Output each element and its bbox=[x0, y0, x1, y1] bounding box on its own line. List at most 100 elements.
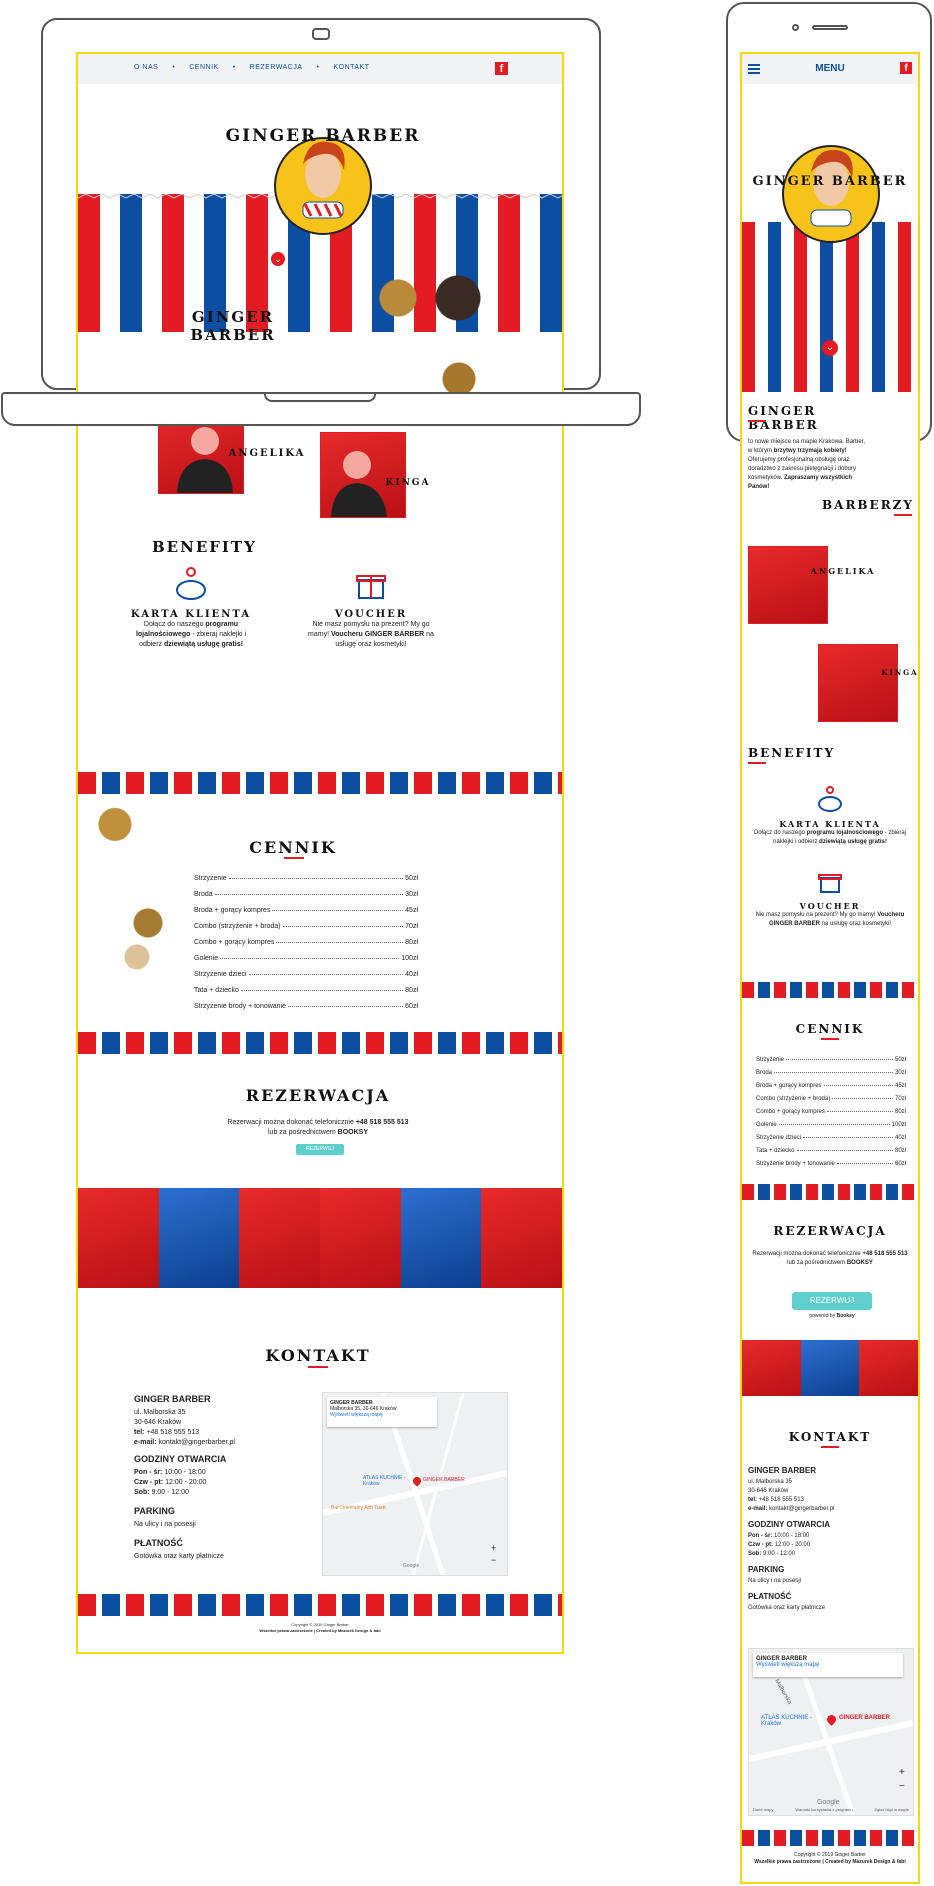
desktop-page: O NAS • CENNIK • REZERWACJA • KONTAKT f bbox=[76, 52, 564, 1654]
price-item-value: 80zł bbox=[405, 987, 418, 994]
hero-logo-text: GINGER BARBER bbox=[225, 126, 421, 146]
mobile-about-text: to nowe miejsce na mapie Krakowa. Barber… bbox=[748, 438, 866, 492]
benefit-card-text: Dołącz do naszego programu lojalnościowe… bbox=[126, 620, 256, 650]
contact-city: 30-646 Kraków bbox=[748, 1488, 789, 1494]
parking-title: PARKING bbox=[134, 1506, 175, 1516]
price-leader bbox=[288, 1006, 404, 1007]
email-value[interactable]: kontakt@gingerbarber.pl bbox=[769, 1506, 834, 1512]
nav-item-rezerwacja[interactable]: REZERWACJA bbox=[250, 64, 303, 71]
payment-title: PŁATNOŚĆ bbox=[748, 1592, 792, 1601]
email-label: e-mail: bbox=[748, 1506, 768, 1512]
hours-days: Czw - pt: bbox=[134, 1479, 164, 1486]
benefit-card-text: Dołącz do naszego programu lojalnościowe… bbox=[748, 829, 912, 847]
price-item-name: Broda + gorący kompres bbox=[194, 907, 271, 914]
piggy-bank-icon bbox=[818, 786, 842, 812]
hours-title: GODZINY OTWARCIA bbox=[134, 1454, 227, 1464]
tel-value[interactable]: +48 518 555 513 bbox=[759, 1497, 804, 1503]
price-row: Combo + gorący kompres 80zł bbox=[756, 1102, 906, 1115]
price-leader bbox=[282, 926, 404, 927]
powered-by-booksy: powered by Booksy bbox=[792, 1312, 872, 1321]
contact-name: GINGER BARBER bbox=[748, 1466, 817, 1475]
price-leader bbox=[796, 1150, 893, 1151]
benefit-voucher-text-1: Nie masz pomysłu na prezent? My go mamy! bbox=[755, 912, 878, 918]
reserve-button[interactable]: REZERWUJ bbox=[296, 1144, 344, 1155]
benefit-voucher-text: Nie masz pomysłu na prezent? My go mamy!… bbox=[748, 911, 912, 929]
mobile-barber-photo-kinga bbox=[818, 644, 898, 722]
mobile-menu-label[interactable]: MENU bbox=[804, 63, 856, 74]
map-zoom-out-button[interactable]: − bbox=[491, 1555, 496, 1565]
price-item-name: Tata + dziecko bbox=[194, 987, 239, 994]
hours-row: Pon - śr: 10:00 - 18:00 bbox=[748, 1532, 908, 1541]
benefit-card-text-1: Dołącz do naszego bbox=[753, 830, 807, 836]
price-row: Golenie 100zł bbox=[756, 1115, 906, 1128]
price-leader bbox=[803, 1137, 893, 1138]
contact-phone: tel: +48 518 555 513 bbox=[748, 1496, 908, 1505]
mobile-map-embed[interactable]: GINGER BARBER Wyświetl większą mapę Malb… bbox=[748, 1648, 914, 1816]
price-item-name: Broda bbox=[194, 891, 213, 898]
map-larger-link[interactable]: Wyświetl większą mapę bbox=[756, 1662, 900, 1668]
price-row: Strzyżenie dzieci 40zł bbox=[194, 962, 418, 978]
email-value[interactable]: kontakt@gingerbarber.pl bbox=[159, 1439, 235, 1446]
mobile-benefit-voucher: VOUCHER Nie masz pomysłu na prezent? My … bbox=[748, 866, 912, 929]
price-leader bbox=[836, 1163, 893, 1164]
reservation-text: Rezerwacji można dokonać telefonicznie +… bbox=[188, 1118, 448, 1138]
map-footer-link[interactable]: Warunki korzystania z programu bbox=[795, 1807, 852, 1812]
reserve-button[interactable]: REZERWUJ bbox=[792, 1292, 872, 1310]
reservation-text-2: lub za pośrednictwem bbox=[787, 1260, 847, 1266]
contact-info: GINGER BARBER ul. Malborska 35 30-646 Kr… bbox=[134, 1394, 294, 1562]
hours-row: Czw - pt: 12:00 - 20:00 bbox=[134, 1478, 294, 1488]
reservation-booksy: BOOKSY bbox=[337, 1129, 368, 1136]
price-item-name: Strzyżenie bbox=[194, 875, 227, 882]
gallery-photo bbox=[400, 1188, 482, 1288]
hours-days: Sob: bbox=[134, 1489, 150, 1496]
gift-icon bbox=[818, 874, 842, 893]
map-zoom-in-button[interactable]: + bbox=[899, 1767, 905, 1778]
footer: Copyright © 2019 Ginger Barber Wszelkie … bbox=[78, 1622, 562, 1634]
chevron-down-icon: ⌄ bbox=[825, 342, 835, 353]
contact-street: ul. Malborska 35 bbox=[134, 1409, 186, 1416]
mobile-benefit-card: KARTA KLIENTA Dołącz do naszego programu… bbox=[748, 784, 912, 847]
hamburger-menu-icon[interactable] bbox=[748, 64, 760, 74]
price-item-value: 50zł bbox=[405, 875, 418, 882]
map-zoom-in-button[interactable]: + bbox=[491, 1543, 496, 1553]
flags-strip bbox=[742, 1184, 918, 1200]
price-row: Golenie 100zł bbox=[194, 946, 418, 962]
price-item-name: Strzyżenie dzieci bbox=[194, 971, 247, 978]
map-info-card: GINGER BARBER Malborska 35, 30-646 Krakó… bbox=[327, 1397, 437, 1427]
map-zoom-out-button[interactable]: − bbox=[899, 1781, 905, 1792]
nav-item-o-nas[interactable]: O NAS bbox=[134, 64, 158, 71]
map-footer-link[interactable]: Dane mapy bbox=[753, 1807, 773, 1812]
mobile-reservation-text: Rezerwacji można dokonać telefonicznie +… bbox=[748, 1250, 912, 1268]
facebook-icon[interactable]: f bbox=[495, 62, 508, 75]
hours-time: 10:00 - 18:00 bbox=[774, 1533, 810, 1539]
scroll-down-button[interactable]: ⌄ bbox=[271, 252, 285, 266]
scroll-down-button[interactable]: ⌄ bbox=[822, 340, 838, 356]
hours-days: Pon - śr: bbox=[134, 1469, 163, 1476]
nav-item-cennik[interactable]: CENNIK bbox=[189, 64, 218, 71]
benefit-card: KARTA KLIENTA Dołącz do naszego programu… bbox=[126, 564, 256, 650]
price-item-name: Strzyżenie brody + tonowanie bbox=[194, 1003, 287, 1010]
email-label: e-mail: bbox=[134, 1439, 157, 1446]
hours-row: Czw - pt: 12:00 - 20:00 bbox=[748, 1541, 908, 1550]
map-embed[interactable]: GINGER BARBER Malborska 35, 30-646 Krakó… bbox=[322, 1392, 508, 1576]
price-item-value: 60zł bbox=[405, 1003, 418, 1010]
barber-name-angelika: ANGELIKA bbox=[228, 448, 306, 459]
pricing-tools-photo bbox=[82, 804, 192, 974]
hours-days: Pon - śr: bbox=[748, 1533, 773, 1539]
nav-item-kontakt[interactable]: KONTAKT bbox=[333, 64, 369, 71]
map-pin-label: GINGER BARBER bbox=[423, 1477, 465, 1483]
map-footer-link[interactable]: Zgłoś błąd w mapie bbox=[875, 1807, 909, 1812]
price-leader bbox=[220, 958, 400, 959]
hours-time: 12:00 - 20:00 bbox=[774, 1542, 811, 1548]
mobile-gallery-strip bbox=[742, 1340, 918, 1396]
map-larger-link[interactable]: Wyświetl większą mapę bbox=[330, 1412, 434, 1418]
mobile-price-list: Strzyżenie 50zł Broda 30zł Broda + gorący ko… bbox=[756, 1050, 906, 1167]
pricing-title-underline bbox=[284, 857, 304, 859]
facebook-icon[interactable]: f bbox=[900, 62, 912, 74]
benefit-voucher-bold-1: Voucheru GINGER BARBER bbox=[331, 631, 425, 638]
tel-value[interactable]: +48 518 555 513 bbox=[146, 1429, 199, 1436]
contact-phone: tel: +48 518 555 513 bbox=[134, 1428, 294, 1438]
price-row: Broda 30zł bbox=[194, 882, 418, 898]
map-info-card: GINGER BARBER Wyświetl większą mapę bbox=[753, 1653, 903, 1677]
price-row: Strzyżenie brody + tonowanie 60zł bbox=[194, 994, 418, 1010]
